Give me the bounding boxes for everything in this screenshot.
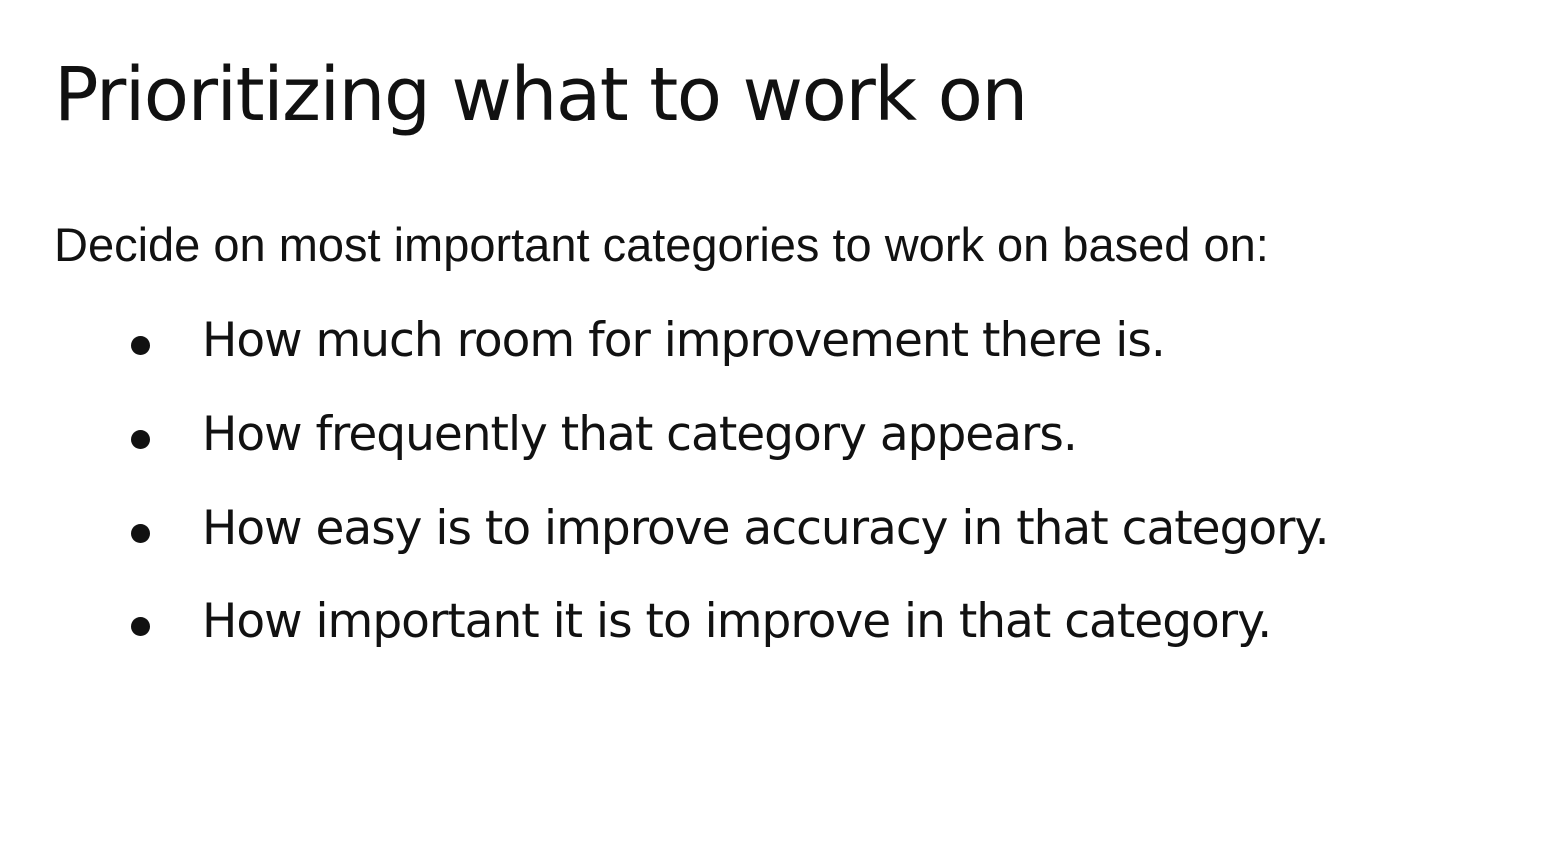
bullet-text: How important it is to improve in that c… — [202, 594, 1272, 649]
bullet-text: How much room for improvement there is. — [202, 313, 1166, 368]
bullet-item: How frequently that category appears. — [0, 400, 1500, 470]
slide-title: Prioritizing what to work on — [54, 52, 1028, 138]
slide: Prioritizing what to work on Decide on m… — [0, 0, 1566, 855]
bullet-icon — [131, 336, 150, 355]
bullet-text: How frequently that category appears. — [202, 407, 1078, 462]
bullet-item: How much room for improvement there is. — [0, 306, 1500, 376]
bullet-icon — [131, 524, 150, 543]
bullet-item: How easy is to improve accuracy in that … — [0, 494, 1500, 564]
bullet-icon — [131, 430, 150, 449]
bullet-item: How important it is to improve in that c… — [0, 587, 1500, 657]
intro-text: Decide on most important categories to w… — [54, 218, 1269, 271]
bullet-text: How easy is to improve accuracy in that … — [202, 501, 1330, 556]
bullet-icon — [131, 617, 150, 636]
